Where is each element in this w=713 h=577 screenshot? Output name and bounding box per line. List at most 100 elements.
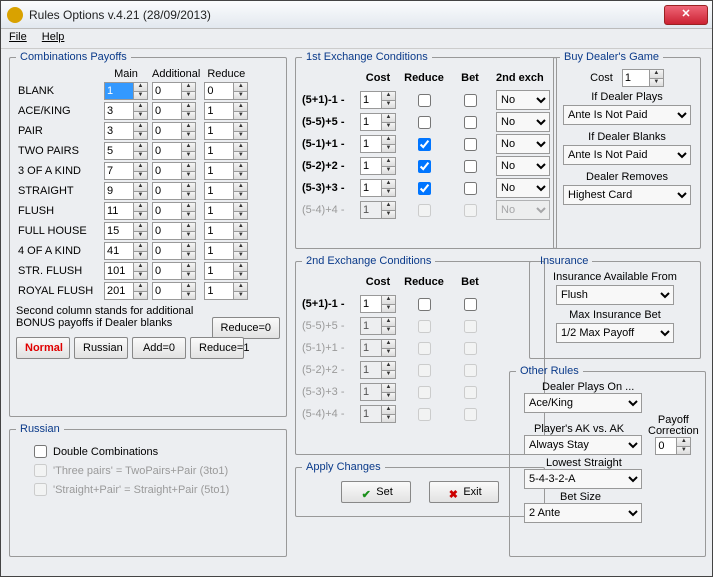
spin-up-icon[interactable]: ▲ [134,203,147,211]
insurance-avail-select[interactable]: Flush [556,285,674,305]
spin-input[interactable] [152,102,182,120]
spin-up-icon[interactable]: ▲ [182,223,195,231]
spin-up-icon[interactable]: ▲ [234,223,247,231]
spin-up-icon[interactable]: ▲ [134,183,147,191]
exch1-reduce-checkbox[interactable] [418,182,431,195]
spin-up-icon[interactable]: ▲ [134,83,147,91]
spin-up-icon[interactable]: ▲ [382,114,395,122]
spin-down-icon[interactable]: ▼ [234,211,247,220]
spin-up-icon[interactable]: ▲ [677,438,690,446]
spin-input[interactable] [104,202,134,220]
exch1-bet-checkbox[interactable] [464,94,477,107]
spin-down-icon[interactable]: ▼ [234,131,247,140]
spin-up-icon[interactable]: ▲ [650,70,663,78]
add0-button[interactable]: Add=0 [132,337,186,359]
other-ak-select[interactable]: Always Stay [524,435,642,455]
spin-input[interactable] [152,202,182,220]
spin-input[interactable] [204,122,234,140]
spin-up-icon[interactable]: ▲ [182,103,195,111]
spin-down-icon[interactable]: ▼ [182,91,195,100]
exch1-second-select[interactable]: No [496,156,550,176]
spin-input[interactable] [104,222,134,240]
spin-down-icon[interactable]: ▼ [234,111,247,120]
exch2-reduce-checkbox[interactable] [418,298,431,311]
spin-down-icon[interactable]: ▼ [182,251,195,260]
spin-down-icon[interactable]: ▼ [234,151,247,160]
exch1-bet-checkbox[interactable] [464,182,477,195]
spin-up-icon[interactable]: ▲ [182,163,195,171]
reduce0-button[interactable]: Reduce=0 [212,317,280,339]
exch1-second-select[interactable]: No [496,112,550,132]
exit-button[interactable]: Exit [429,481,499,503]
spin-down-icon[interactable]: ▼ [134,151,147,160]
spin-up-icon[interactable]: ▲ [234,183,247,191]
spin-input[interactable] [204,102,234,120]
spin-input[interactable] [152,162,182,180]
spin-down-icon[interactable]: ▼ [134,171,147,180]
spin-up-icon[interactable]: ▲ [234,83,247,91]
spin-input[interactable] [204,82,234,100]
exch1-second-select[interactable]: No [496,90,550,110]
spin-down-icon[interactable]: ▼ [234,91,247,100]
spin-input[interactable] [104,122,134,140]
spin-down-icon[interactable]: ▼ [234,291,247,300]
spin-input[interactable] [360,157,382,175]
spin-up-icon[interactable]: ▲ [182,143,195,151]
payoff-corr-input[interactable] [655,437,677,455]
set-button[interactable]: Set [341,481,411,503]
spin-up-icon[interactable]: ▲ [134,243,147,251]
spin-input[interactable] [204,182,234,200]
spin-input[interactable] [152,282,182,300]
russian-button[interactable]: Russian [74,337,128,359]
spin-input[interactable] [360,295,382,313]
spin-input[interactable] [204,282,234,300]
normal-button[interactable]: Normal [16,337,70,359]
spin-down-icon[interactable]: ▼ [382,144,395,153]
spin-input[interactable] [152,182,182,200]
spin-up-icon[interactable]: ▲ [234,143,247,151]
spin-input[interactable] [204,142,234,160]
spin-down-icon[interactable]: ▼ [134,251,147,260]
spin-down-icon[interactable]: ▼ [182,271,195,280]
other-lowest-select[interactable]: 5-4-3-2-A [524,469,642,489]
spin-down-icon[interactable]: ▼ [234,191,247,200]
spin-down-icon[interactable]: ▼ [382,304,395,313]
spin-down-icon[interactable]: ▼ [134,91,147,100]
spin-up-icon[interactable]: ▲ [182,283,195,291]
exch1-second-select[interactable]: No [496,134,550,154]
spin-down-icon[interactable]: ▼ [134,271,147,280]
spin-up-icon[interactable]: ▲ [134,223,147,231]
spin-input[interactable] [360,135,382,153]
spin-down-icon[interactable]: ▼ [134,291,147,300]
spin-down-icon[interactable]: ▼ [382,100,395,109]
spin-down-icon[interactable]: ▼ [650,78,663,87]
spin-up-icon[interactable]: ▲ [182,243,195,251]
spin-input[interactable] [152,142,182,160]
spin-up-icon[interactable]: ▲ [234,163,247,171]
spin-up-icon[interactable]: ▲ [382,180,395,188]
spin-input[interactable] [204,262,234,280]
spin-down-icon[interactable]: ▼ [134,211,147,220]
spin-input[interactable] [104,102,134,120]
spin-up-icon[interactable]: ▲ [234,243,247,251]
exch1-reduce-checkbox[interactable] [418,94,431,107]
spin-down-icon[interactable]: ▼ [134,131,147,140]
spin-input[interactable] [104,142,134,160]
spin-input[interactable] [152,122,182,140]
spin-down-icon[interactable]: ▼ [234,271,247,280]
buy-removes-select[interactable]: Highest Card [563,185,691,205]
insurance-max-select[interactable]: 1/2 Max Payoff [556,323,674,343]
buy-cost-input[interactable] [622,69,650,87]
spin-down-icon[interactable]: ▼ [382,122,395,131]
spin-down-icon[interactable]: ▼ [134,191,147,200]
spin-down-icon[interactable]: ▼ [182,111,195,120]
spin-down-icon[interactable]: ▼ [182,131,195,140]
spin-input[interactable] [104,82,134,100]
spin-input[interactable] [152,242,182,260]
spin-input[interactable] [360,113,382,131]
exch2-bet-checkbox[interactable] [464,298,477,311]
spin-up-icon[interactable]: ▲ [234,263,247,271]
other-bet-select[interactable]: 2 Ante [524,503,642,523]
spin-down-icon[interactable]: ▼ [182,151,195,160]
exch1-reduce-checkbox[interactable] [418,160,431,173]
